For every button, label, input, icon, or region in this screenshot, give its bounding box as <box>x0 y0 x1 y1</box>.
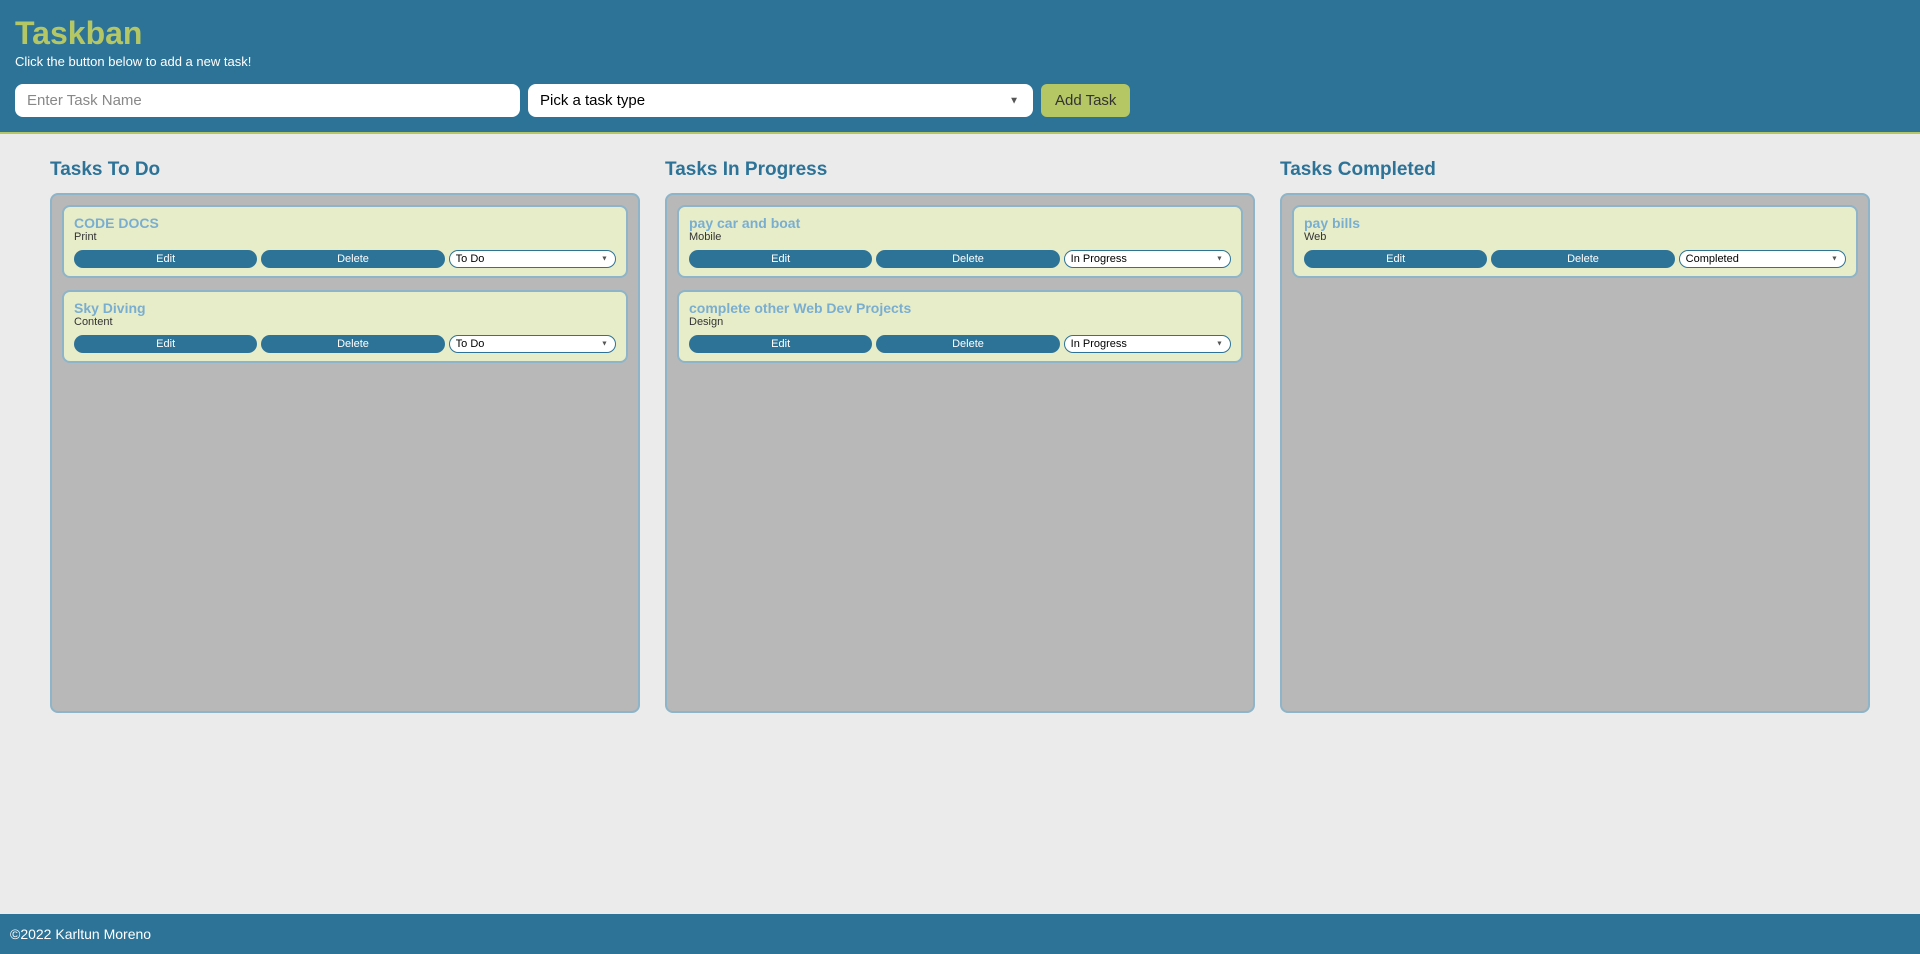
task-type: Design <box>689 316 1231 328</box>
task-card: CODE DOCSPrint EditDelete To DoIn Progress… <box>62 205 628 278</box>
columns-container: Tasks To DoCODE DOCSPrintEditDeleteTo Do… <box>50 159 1870 713</box>
task-type: Web <box>1304 231 1846 243</box>
task-controls: EditDelete To DoIn ProgressCompleted <box>74 249 616 268</box>
task-title: Sky Diving <box>74 300 616 316</box>
delete-button[interactable]: Delete <box>261 335 444 353</box>
edit-button[interactable]: Edit <box>689 250 872 268</box>
task-type-select-wrapper: Pick a task type <box>528 84 1033 117</box>
task-controls: EditDelete To DoIn ProgressCompleted <box>689 334 1231 353</box>
task-controls: EditDelete To DoIn ProgressCompleted <box>1304 249 1846 268</box>
status-select[interactable]: To DoIn ProgressCompleted <box>1064 250 1231 268</box>
delete-button[interactable]: Delete <box>876 335 1059 353</box>
task-type-select[interactable]: Pick a task type <box>528 84 1033 117</box>
delete-button[interactable]: Delete <box>261 250 444 268</box>
edit-button[interactable]: Edit <box>689 335 872 353</box>
task-name-input[interactable] <box>15 84 520 117</box>
task-title: pay bills <box>1304 215 1846 231</box>
status-select-wrapper: To DoIn ProgressCompleted <box>449 334 616 353</box>
header: Taskban Click the button below to add a … <box>0 0 1920 134</box>
column: Tasks In Progress pay car and boatMobile E… <box>665 159 1255 713</box>
edit-button[interactable]: Edit <box>74 250 257 268</box>
delete-button[interactable]: Delete <box>1491 250 1674 268</box>
task-card: Sky DivingContent EditDelete To DoIn Progr… <box>62 290 628 363</box>
task-type: Content <box>74 316 616 328</box>
status-select-wrapper: To DoIn ProgressCompleted <box>1679 249 1846 268</box>
task-type: Print <box>74 231 616 243</box>
column-title: Tasks To Do <box>50 159 640 181</box>
task-card: pay car and boatMobile EditDelete To DoIn … <box>677 205 1243 278</box>
task-controls: EditDelete To DoIn ProgressCompleted <box>74 334 616 353</box>
column-title: Tasks In Progress <box>665 159 1255 181</box>
add-task-button[interactable]: Add Task <box>1041 84 1130 117</box>
status-select-wrapper: To DoIn ProgressCompleted <box>1064 334 1231 353</box>
status-select[interactable]: To DoIn ProgressCompleted <box>449 250 616 268</box>
status-select[interactable]: To DoIn ProgressCompleted <box>449 335 616 353</box>
status-select-wrapper: To DoIn ProgressCompleted <box>449 249 616 268</box>
task-title: pay car and boat <box>689 215 1231 231</box>
column-body: pay billsWeb EditDelete To DoIn ProgressCo… <box>1280 193 1870 713</box>
status-select[interactable]: To DoIn ProgressCompleted <box>1064 335 1231 353</box>
task-card: complete other Web Dev ProjectsDesign Edi… <box>677 290 1243 363</box>
edit-button[interactable]: Edit <box>1304 250 1487 268</box>
task-title: complete other Web Dev Projects <box>689 300 1231 316</box>
status-select[interactable]: To DoIn ProgressCompleted <box>1679 250 1846 268</box>
column-body: pay car and boatMobileEditDeleteTo DoIn … <box>665 193 1255 713</box>
status-select-wrapper: To DoIn ProgressCompleted <box>1064 249 1231 268</box>
main-content: Tasks To DoCODE DOCSPrintEditDeleteTo Do… <box>0 134 1920 914</box>
app-title: Taskban <box>15 15 1905 52</box>
input-row: Pick a task type Add Task <box>15 84 1905 117</box>
task-controls: EditDelete To DoIn ProgressCompleted <box>689 249 1231 268</box>
footer-copyright: ©2022 Karltun Moreno <box>10 926 151 942</box>
task-title: CODE DOCS <box>74 215 616 231</box>
footer: ©2022 Karltun Moreno <box>0 914 1920 954</box>
task-card: pay billsWeb EditDelete To DoIn ProgressCo… <box>1292 205 1858 278</box>
app-subtitle: Click the button below to add a new task… <box>15 54 1905 69</box>
delete-button[interactable]: Delete <box>876 250 1059 268</box>
edit-button[interactable]: Edit <box>74 335 257 353</box>
task-type: Mobile <box>689 231 1231 243</box>
column-body: CODE DOCSPrintEditDeleteTo DoIn Progress… <box>50 193 640 713</box>
column: Tasks Completed pay billsWeb EditDelete To … <box>1280 159 1870 713</box>
column-title: Tasks Completed <box>1280 159 1870 181</box>
column: Tasks To DoCODE DOCSPrintEditDeleteTo Do… <box>50 159 640 713</box>
